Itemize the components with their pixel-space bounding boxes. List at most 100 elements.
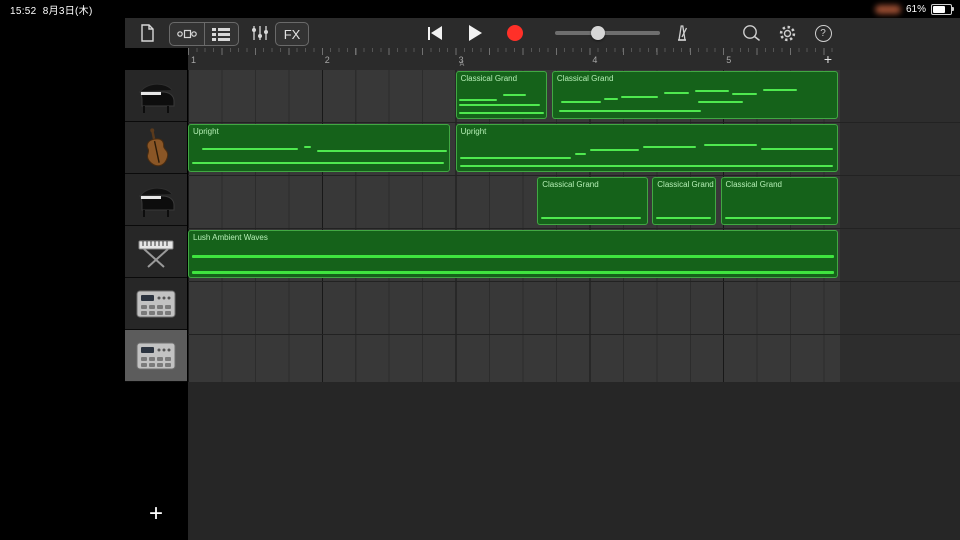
note-bar bbox=[541, 216, 642, 219]
faders-icon bbox=[251, 25, 269, 41]
note-bar bbox=[503, 94, 526, 97]
note-bar bbox=[697, 100, 744, 103]
track-tail bbox=[840, 70, 960, 122]
note-bar bbox=[703, 144, 758, 147]
track-tail bbox=[840, 123, 960, 175]
add-section-button[interactable]: + bbox=[818, 50, 838, 68]
ruler-ticks bbox=[188, 48, 840, 70]
note-bar bbox=[191, 271, 835, 275]
midi-region[interactable]: Classical Grand bbox=[720, 177, 838, 225]
gear-icon bbox=[778, 24, 797, 43]
add-track-button[interactable]: + bbox=[125, 492, 187, 536]
midi-region[interactable]: Classical Grand bbox=[537, 177, 648, 225]
track-row-1: Classical Grand Classical Grand bbox=[188, 70, 960, 123]
status-date: 8月3日(木) bbox=[42, 6, 93, 17]
midi-region[interactable]: Upright bbox=[188, 124, 451, 172]
tracks-view-button[interactable] bbox=[203, 23, 238, 45]
record-button[interactable] bbox=[505, 22, 525, 44]
track-select-1[interactable] bbox=[125, 70, 187, 122]
track-select-2[interactable] bbox=[125, 122, 187, 174]
volume-slider-thumb[interactable] bbox=[591, 26, 605, 40]
midi-region[interactable]: Classical Grand bbox=[652, 177, 716, 225]
double-bass-icon bbox=[139, 127, 173, 169]
record-icon bbox=[507, 25, 523, 41]
grand-piano-icon bbox=[134, 182, 178, 218]
plus-icon: + bbox=[148, 500, 163, 527]
track-select-3[interactable] bbox=[125, 174, 187, 226]
synth-keyboard-icon bbox=[134, 233, 178, 271]
drum-machine-icon bbox=[134, 339, 178, 373]
fx-label: FX bbox=[283, 26, 301, 42]
note-bar bbox=[604, 97, 619, 100]
note-bar bbox=[642, 146, 697, 149]
status-time-date: 15:52 8月3日(木) bbox=[10, 2, 93, 17]
my-songs-button[interactable] bbox=[135, 22, 159, 44]
tracks-view-icon bbox=[211, 27, 231, 41]
garageband-app: 15:52 8月3日(木) 61% FX ? + 1 2 3 4 5 A + C… bbox=[0, 0, 960, 540]
note-bar bbox=[589, 148, 640, 151]
track-grid[interactable] bbox=[188, 335, 840, 387]
left-panel bbox=[0, 18, 125, 540]
region-label: Lush Ambient Waves bbox=[193, 233, 268, 242]
empty-area bbox=[188, 382, 960, 540]
rewind-button[interactable] bbox=[425, 22, 445, 44]
play-button[interactable] bbox=[465, 22, 485, 44]
track-row-4: Lush Ambient Waves bbox=[188, 229, 960, 282]
battery-percent: 61% bbox=[905, 3, 926, 15]
play-icon bbox=[468, 25, 482, 41]
fx-button[interactable]: FX bbox=[275, 22, 309, 46]
live-loops-icon bbox=[177, 28, 197, 40]
note-bar bbox=[459, 98, 497, 101]
note-bar bbox=[561, 101, 602, 104]
settings-button[interactable] bbox=[775, 22, 799, 44]
drum-machine-icon bbox=[134, 287, 178, 321]
help-button[interactable]: ? bbox=[811, 22, 835, 44]
note-bar bbox=[574, 152, 586, 155]
grand-piano-icon bbox=[134, 78, 178, 114]
status-time: 15:52 bbox=[10, 6, 37, 17]
track-rows: Classical Grand Classical Grand Upright Upr… bbox=[188, 70, 960, 388]
note-bar bbox=[655, 216, 712, 219]
ruler[interactable]: 12345 A + bbox=[188, 48, 960, 71]
note-bar bbox=[621, 95, 659, 98]
ruler-bar-label: 2 bbox=[324, 55, 330, 65]
track-grid[interactable] bbox=[188, 282, 840, 334]
track-row-2: Upright Upright bbox=[188, 123, 960, 176]
note-bar bbox=[724, 216, 831, 219]
master-volume-slider[interactable] bbox=[555, 26, 660, 40]
note-bar bbox=[459, 103, 540, 106]
region-label: Upright bbox=[193, 127, 219, 136]
live-loops-view-button[interactable] bbox=[171, 23, 204, 45]
metronome-button[interactable] bbox=[670, 22, 694, 44]
toolbar: FX ? bbox=[125, 18, 960, 49]
midi-region[interactable]: Classical Grand bbox=[551, 71, 838, 119]
track-tail bbox=[840, 282, 960, 334]
note-bar bbox=[763, 89, 798, 92]
note-bar bbox=[316, 149, 447, 152]
note-bar bbox=[459, 111, 544, 114]
metronome-icon bbox=[673, 24, 691, 42]
ruler-bar-label: 5 bbox=[726, 55, 732, 65]
note-bar bbox=[191, 254, 835, 258]
track-tail bbox=[840, 229, 960, 281]
loop-browser-icon bbox=[741, 24, 761, 42]
loop-browser-button[interactable] bbox=[739, 22, 763, 44]
track-controls-button[interactable] bbox=[247, 22, 273, 44]
rewind-icon bbox=[427, 26, 431, 40]
midi-region[interactable]: Upright bbox=[455, 124, 838, 172]
ruler-bar-label: 1 bbox=[191, 55, 197, 65]
track-row-5 bbox=[188, 282, 960, 335]
note-bar bbox=[731, 93, 758, 96]
region-label: Classical Grand bbox=[725, 180, 782, 189]
view-switcher bbox=[169, 22, 239, 46]
track-select-6[interactable] bbox=[125, 330, 187, 382]
track-select-4[interactable] bbox=[125, 226, 187, 278]
note-bar bbox=[694, 90, 730, 93]
document-icon bbox=[140, 24, 155, 42]
midi-region[interactable]: Classical Grand bbox=[455, 71, 548, 119]
track-select-5[interactable] bbox=[125, 278, 187, 330]
note-bar bbox=[760, 148, 834, 150]
audio-region[interactable]: Lush Ambient Waves bbox=[188, 230, 838, 278]
track-row-6 bbox=[188, 335, 960, 388]
region-label: Classical Grand bbox=[657, 180, 714, 189]
